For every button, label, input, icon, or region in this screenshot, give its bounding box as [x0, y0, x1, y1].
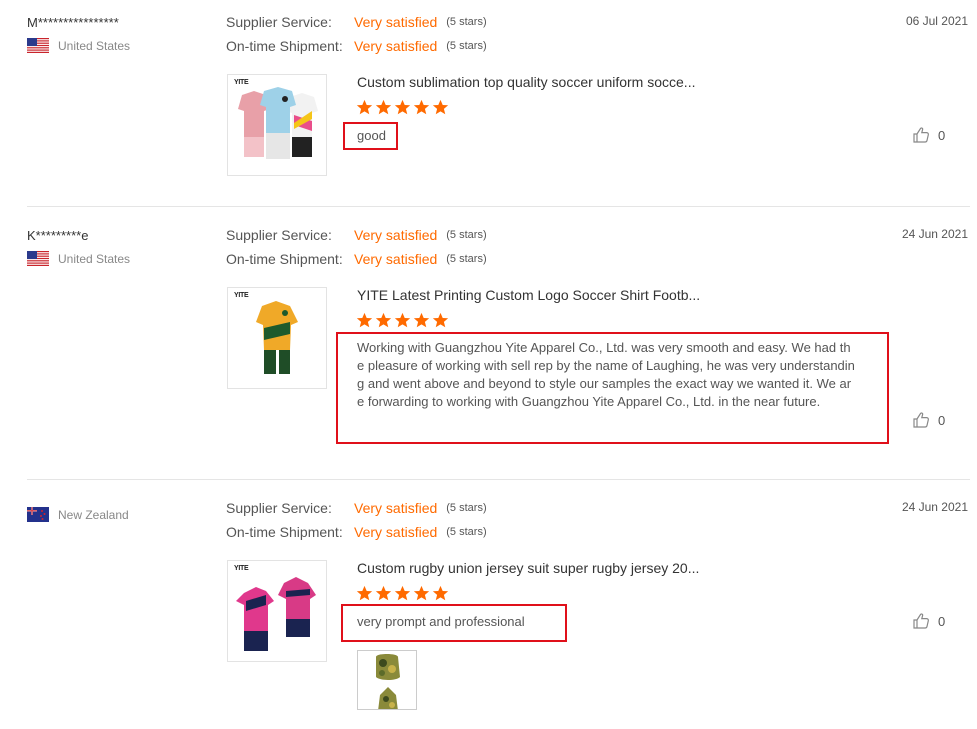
ontime-shipment-rating: On-time Shipment: Very satisfied (5 star…: [226, 38, 487, 54]
rating-stars-text: (5 stars): [446, 502, 487, 514]
rating-label: Supplier Service:: [226, 500, 332, 516]
rating-value: Very satisfied: [354, 14, 438, 30]
buyer-name: K*********e: [27, 228, 89, 243]
like-count: 0: [938, 613, 946, 629]
like-count: 0: [938, 412, 946, 428]
buyer-country: United States: [27, 38, 130, 53]
star-rating: [356, 312, 449, 329]
like-button[interactable]: 0: [912, 126, 945, 144]
buyer-country: United States: [27, 251, 130, 266]
rating-label: Supplier Service:: [226, 14, 332, 30]
supplier-service-rating: Supplier Service: Very satisfied (5 star…: [226, 227, 487, 243]
star-icon: [356, 585, 373, 601]
star-icon: [413, 99, 430, 115]
star-icon: [394, 585, 411, 601]
camo-sample-image: [358, 651, 416, 709]
rating-stars-text: (5 stars): [446, 40, 487, 52]
star-icon: [413, 312, 430, 328]
star-icon: [375, 99, 392, 115]
review-date: 06 Jul 2021: [905, 14, 968, 28]
soccer-kit-image: [256, 301, 298, 374]
supplier-service-rating: Supplier Service: Very satisfied (5 star…: [226, 500, 487, 516]
like-button[interactable]: 0: [912, 411, 945, 429]
product-title-link[interactable]: Custom sublimation top quality soccer un…: [357, 74, 695, 90]
star-icon: [375, 312, 392, 328]
star-icon: [375, 585, 392, 601]
product-thumbnail[interactable]: YITE: [227, 287, 327, 389]
rating-label: On-time Shipment:: [226, 524, 343, 540]
like-count: 0: [938, 127, 946, 143]
thumbs-up-icon: [913, 613, 929, 629]
rating-label: On-time Shipment:: [226, 251, 343, 267]
star-icon: [432, 585, 449, 601]
rating-value: Very satisfied: [354, 524, 438, 540]
brand-logo: YITE: [234, 565, 249, 572]
review-divider: [27, 206, 970, 207]
star-icon: [413, 585, 430, 601]
thumbs-up-icon: [913, 412, 929, 428]
us-flag-icon: [27, 251, 49, 266]
country-label: United States: [58, 38, 131, 53]
rating-stars-text: (5 stars): [446, 229, 487, 241]
product-title-link[interactable]: YITE Latest Printing Custom Logo Soccer …: [357, 287, 700, 303]
rating-label: Supplier Service:: [226, 227, 332, 243]
buyer-name: M****************: [27, 15, 119, 30]
product-thumbnail[interactable]: YITE: [227, 560, 327, 662]
review-comment: good: [357, 128, 386, 143]
rating-stars-text: (5 stars): [446, 16, 487, 28]
review-date: 24 Jun 2021: [901, 500, 968, 514]
soccer-kit-image: [238, 87, 318, 159]
star-icon: [432, 312, 449, 328]
supplier-service-rating: Supplier Service: Very satisfied (5 star…: [226, 14, 487, 30]
nz-flag-icon: [27, 507, 49, 522]
review-photo-thumbnail[interactable]: [357, 650, 417, 710]
star-icon: [394, 99, 411, 115]
ontime-shipment-rating: On-time Shipment: Very satisfied (5 star…: [226, 251, 487, 267]
rating-value: Very satisfied: [354, 251, 438, 267]
thumbs-up-icon: [913, 127, 929, 143]
star-icon: [356, 99, 373, 115]
product-title-link[interactable]: Custom rugby union jersey suit super rug…: [357, 560, 699, 576]
rating-value: Very satisfied: [354, 38, 438, 54]
star-icon: [432, 99, 449, 115]
star-rating: [356, 99, 449, 116]
us-flag-icon: [27, 38, 49, 53]
rating-value: Very satisfied: [354, 500, 438, 516]
review-comment: very prompt and professional: [357, 614, 525, 629]
rating-value: Very satisfied: [354, 227, 438, 243]
brand-logo: YITE: [234, 292, 249, 299]
star-icon: [394, 312, 411, 328]
rating-stars-text: (5 stars): [446, 526, 487, 538]
star-rating: [356, 585, 449, 602]
buyer-country: New Zealand: [27, 507, 129, 522]
like-button[interactable]: 0: [912, 612, 945, 630]
country-label: United States: [58, 251, 131, 266]
rating-stars-text: (5 stars): [446, 253, 487, 265]
review-comment: Working with Guangzhou Yite Apparel Co.,…: [357, 340, 855, 409]
brand-logo: YITE: [234, 79, 249, 86]
star-icon: [356, 312, 373, 328]
review-divider: [27, 479, 970, 480]
ontime-shipment-rating: On-time Shipment: Very satisfied (5 star…: [226, 524, 487, 540]
country-label: New Zealand: [58, 507, 129, 522]
review-date: 24 Jun 2021: [901, 227, 968, 241]
product-thumbnail[interactable]: YITE: [227, 74, 327, 176]
rugby-kit-image: [236, 577, 316, 651]
rating-label: On-time Shipment:: [226, 38, 343, 54]
